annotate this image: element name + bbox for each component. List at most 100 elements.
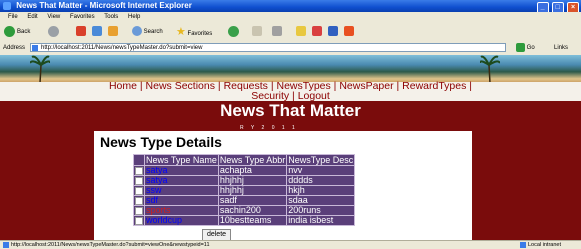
news-type-name-link[interactable]: sports	[144, 205, 219, 216]
back-label: Back	[17, 29, 31, 36]
address-url: http://localhost:2011/News/newsTypeMaste…	[41, 45, 203, 51]
news-type-name-link[interactable]: satya	[144, 175, 219, 186]
stop-icon	[76, 26, 86, 37]
table-row: satya achapta nvv	[133, 165, 356, 176]
go-button[interactable]: Go	[516, 43, 535, 53]
menu-edit[interactable]: Edit	[27, 14, 37, 20]
table-row: sdf sadf sdaa	[133, 195, 356, 206]
address-input[interactable]: http://localhost:2011/News/newsTypeMaste…	[30, 43, 506, 52]
news-type-name-link[interactable]: ssw	[144, 185, 219, 196]
search-label: Search	[143, 29, 163, 35]
zone-label: Local intranet	[527, 242, 561, 248]
mail-icon	[252, 26, 262, 37]
news-type-table: News Type Name News Type Abbr NewsType D…	[133, 154, 356, 226]
news-type-abbr: hhjhhj	[217, 175, 288, 186]
ie-icon	[3, 2, 11, 10]
menu-tools[interactable]: Tools	[104, 14, 118, 20]
header-news-type-abbr: News Type Abbr	[217, 154, 288, 166]
stop-button[interactable]	[76, 26, 86, 38]
news-type-desc: india isbest	[286, 215, 356, 226]
row-checkbox[interactable]	[135, 186, 143, 195]
nav-security[interactable]: Security	[251, 90, 289, 102]
toolbar-extra-button-2[interactable]	[328, 26, 338, 38]
go-arrow-icon	[516, 43, 525, 52]
print-button[interactable]	[272, 26, 282, 38]
history-button[interactable]	[228, 26, 241, 38]
news-type-abbr: hhjhhj	[217, 185, 288, 196]
palm-tree-icon	[30, 55, 50, 83]
toolbar-extra-button-3[interactable]	[344, 26, 354, 38]
links-label[interactable]: Links	[554, 42, 568, 54]
back-arrow-icon	[4, 26, 15, 37]
home-icon	[108, 26, 118, 37]
row-checkbox[interactable]	[135, 206, 143, 215]
table-row: satya hhjhhj dddds	[133, 175, 356, 186]
news-type-abbr: sachin200	[217, 205, 288, 216]
header-checkbox-column	[133, 154, 145, 166]
folder-button[interactable]	[296, 26, 306, 38]
nav-reward-types[interactable]: RewardTypes	[402, 80, 466, 92]
status-url: http://localhost:2011/News/newsTypeMaste…	[11, 242, 210, 248]
refresh-button[interactable]	[92, 26, 102, 38]
browser-toolbar: Back Search ★ Favorites	[0, 22, 581, 43]
row-checkbox[interactable]	[135, 196, 143, 205]
folder-icon	[296, 26, 306, 37]
menu-view[interactable]: View	[47, 14, 60, 20]
page-icon	[32, 45, 38, 51]
intranet-icon	[519, 241, 526, 248]
home-button[interactable]	[108, 26, 118, 38]
news-type-name-link[interactable]: sdf	[144, 195, 219, 206]
mail-button[interactable]	[252, 26, 262, 38]
refresh-icon	[92, 26, 102, 37]
row-checkbox[interactable]	[135, 166, 143, 175]
nav-logout[interactable]: Logout	[298, 90, 330, 102]
tool-icon	[312, 26, 322, 37]
search-button[interactable]: Search	[132, 26, 163, 38]
forward-arrow-icon	[48, 26, 59, 37]
favorites-label: Favorites	[187, 31, 213, 37]
news-type-panel: News Type Details News Type Name News Ty…	[94, 131, 472, 240]
menu-favorites[interactable]: Favorites	[70, 14, 95, 20]
history-icon	[228, 26, 239, 37]
nav-home[interactable]: Home	[109, 80, 137, 92]
palm-tree-icon	[480, 55, 500, 83]
news-type-name-link[interactable]: satya	[144, 165, 219, 176]
go-label: Go	[526, 45, 535, 52]
toolbar-extra-button-1[interactable]	[312, 26, 322, 38]
delete-button[interactable]: delete	[202, 229, 231, 240]
row-checkbox[interactable]	[135, 216, 143, 225]
window-title: News That Matter - Microsoft Internet Ex…	[16, 1, 192, 10]
menu-help[interactable]: Help	[128, 14, 140, 20]
news-type-name-link[interactable]: worldcup	[144, 215, 219, 226]
panel-title: News Type Details	[100, 134, 222, 150]
news-type-desc: sdaa	[286, 195, 356, 206]
messenger-icon	[344, 26, 354, 37]
site-navigation: Home | News Sections | Requests | NewsTy…	[0, 80, 581, 102]
nav-news-sections[interactable]: News Sections	[146, 80, 215, 92]
table-row: worldcup 10bestteams india isbest	[133, 215, 356, 226]
address-bar: Address http://localhost:2011/News/newsT…	[0, 42, 581, 54]
beach-banner	[0, 55, 581, 83]
row-checkbox-cell	[133, 215, 145, 226]
address-label: Address	[3, 45, 26, 51]
page-status-icon	[3, 241, 9, 248]
news-type-desc: nvv	[286, 165, 356, 176]
row-checkbox-cell	[133, 195, 145, 206]
news-type-desc: 200runs	[286, 205, 356, 216]
header-newstype-desc: NewsType Desc	[286, 154, 356, 166]
row-checkbox-cell	[133, 205, 145, 216]
favorites-button[interactable]: ★ Favorites	[176, 26, 212, 38]
menu-file[interactable]: File	[8, 14, 18, 20]
table-header-row: News Type Name News Type Abbr NewsType D…	[133, 154, 356, 166]
row-checkbox-cell	[133, 165, 145, 176]
nav-newspaper[interactable]: NewsPaper	[339, 80, 393, 92]
table-row: sports sachin200 200runs	[133, 205, 356, 216]
back-button[interactable]: Back	[4, 26, 30, 38]
menu-bar: File Edit View Favorites Tools Help	[0, 12, 581, 22]
forward-button[interactable]	[48, 26, 61, 38]
news-type-desc: dddds	[286, 175, 356, 186]
table-row: ssw hhjhhj hkjh	[133, 185, 356, 196]
print-icon	[272, 26, 282, 37]
row-checkbox[interactable]	[135, 176, 143, 185]
news-type-desc: hkjh	[286, 185, 356, 196]
